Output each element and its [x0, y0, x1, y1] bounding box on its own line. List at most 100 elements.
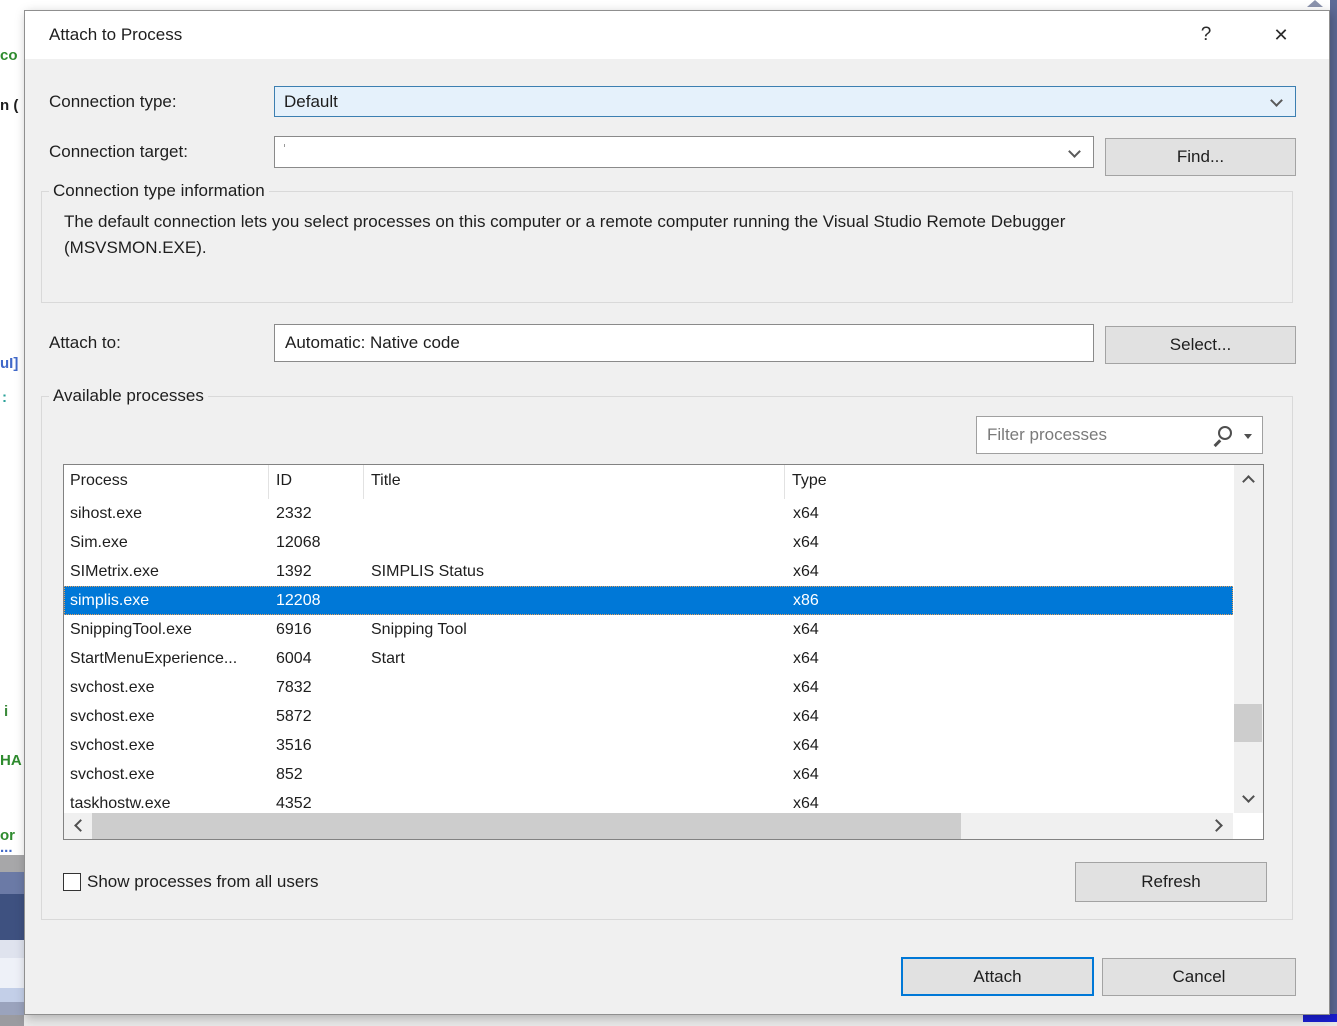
background-color-band — [0, 940, 24, 958]
background-text-fragment: co — [0, 47, 18, 64]
cell-type: x64 — [785, 499, 1226, 528]
cell-process: svchost.exe — [64, 731, 269, 760]
process-row[interactable]: SnippingTool.exe6916Snipping Toolx64 — [64, 615, 1233, 644]
filter-processes-box — [976, 416, 1263, 454]
background-color-band — [0, 988, 24, 1002]
cell-title — [364, 499, 785, 528]
cell-title — [364, 673, 785, 702]
attach-to-field[interactable] — [274, 324, 1094, 362]
cell-process: svchost.exe — [64, 673, 269, 702]
process-row[interactable]: svchost.exe7832x64 — [64, 673, 1233, 702]
close-icon[interactable]: ✕ — [1259, 11, 1303, 59]
column-header-id[interactable]: ID — [269, 465, 364, 499]
column-header-title[interactable]: Title — [364, 465, 785, 499]
background-bottom-left-corner — [0, 1015, 24, 1026]
show-all-users-label: Show processes from all users — [87, 873, 318, 891]
background-text-fragment: n ( — [0, 97, 18, 114]
cell-id: 1392 — [269, 557, 364, 586]
chevron-down-icon — [1068, 145, 1081, 158]
background-scroll-up-icon — [1307, 0, 1323, 7]
background-text-fragment: ... — [0, 839, 13, 856]
chevron-down-icon — [1270, 94, 1283, 107]
process-table-header[interactable]: ProcessIDTitleType — [64, 465, 1233, 499]
horizontal-scrollbar[interactable] — [64, 813, 1233, 839]
process-table-body: sihost.exe2332x64Sim.exe12068x64SIMetrix… — [64, 499, 1233, 814]
process-row[interactable]: SIMetrix.exe1392SIMPLIS Statusx64 — [64, 557, 1233, 586]
dialog-title: Attach to Process — [49, 11, 182, 59]
cell-process: svchost.exe — [64, 702, 269, 731]
cell-type: x64 — [785, 673, 1226, 702]
scroll-up-icon[interactable] — [1242, 475, 1255, 488]
background-text-fragment: HA — [0, 752, 22, 769]
process-row[interactable]: Sim.exe12068x64 — [64, 528, 1233, 557]
process-row[interactable]: svchost.exe5872x64 — [64, 702, 1233, 731]
scroll-right-icon[interactable] — [1210, 819, 1223, 832]
cell-title — [364, 760, 785, 789]
cell-type: x64 — [785, 557, 1226, 586]
cell-type: x64 — [785, 760, 1226, 789]
connection-target-combobox[interactable] — [274, 136, 1094, 168]
find-button[interactable]: Find... — [1105, 138, 1296, 176]
background-window-left-edge: con (uI]:iHAor... — [0, 0, 24, 1026]
cell-process: SIMetrix.exe — [64, 557, 269, 586]
background-color-band — [0, 958, 24, 988]
process-row[interactable]: svchost.exe3516x64 — [64, 731, 1233, 760]
cell-type: x64 — [785, 789, 1226, 814]
cell-id: 6004 — [269, 644, 364, 673]
available-processes-title: Available processes — [49, 386, 208, 406]
background-color-band — [0, 855, 24, 872]
dialog-titlebar[interactable]: Attach to Process ? ✕ — [25, 11, 1329, 59]
filter-processes-input[interactable] — [977, 417, 1207, 453]
column-header-type[interactable]: Type — [785, 465, 1233, 499]
cell-title — [364, 586, 785, 615]
column-header-process[interactable]: Process — [64, 465, 269, 499]
background-text-fragment: uI] — [0, 355, 18, 372]
help-icon[interactable]: ? — [1184, 11, 1228, 59]
cell-title: Snipping Tool — [364, 615, 785, 644]
text-caret — [284, 144, 285, 147]
scroll-left-icon[interactable] — [74, 819, 87, 832]
refresh-button[interactable]: Refresh — [1075, 862, 1267, 902]
cell-id: 12208 — [269, 586, 364, 615]
cell-process: simplis.exe — [64, 586, 269, 615]
process-row[interactable]: svchost.exe852 x64 — [64, 760, 1233, 789]
cell-type: x64 — [785, 615, 1226, 644]
vertical-scrollbar[interactable] — [1234, 465, 1263, 813]
cell-id: 6916 — [269, 615, 364, 644]
connection-type-information-group: Connection type information The default … — [41, 191, 1293, 303]
cancel-button[interactable]: Cancel — [1102, 958, 1296, 996]
cell-process: sihost.exe — [64, 499, 269, 528]
screen: con (uI]:iHAor... Attach to Process ? ✕ … — [0, 0, 1337, 1026]
process-row[interactable]: StartMenuExperience...6004Startx64 — [64, 644, 1233, 673]
search-icon[interactable] — [1218, 426, 1232, 440]
process-row[interactable]: simplis.exe12208x86 — [64, 586, 1233, 615]
search-options-dropdown-icon[interactable] — [1244, 434, 1252, 439]
attach-button[interactable]: Attach — [901, 957, 1094, 996]
cell-title: SIMPLIS Status — [364, 557, 785, 586]
attach-to-process-dialog: Attach to Process ? ✕ Connection type: D… — [24, 10, 1330, 1015]
cell-title: Start — [364, 644, 785, 673]
process-list: ProcessIDTitleType sihost.exe2332x64Sim.… — [63, 464, 1264, 840]
connection-type-combobox[interactable]: Default — [274, 86, 1296, 117]
connection-type-label: Connection type: — [49, 86, 177, 117]
connection-target-label: Connection target: — [49, 136, 188, 168]
attach-to-label: Attach to: — [49, 324, 121, 362]
process-row[interactable]: taskhostw.exe4352x64 — [64, 789, 1233, 814]
background-text-fragment: i — [4, 703, 8, 720]
process-row[interactable]: sihost.exe2332x64 — [64, 499, 1233, 528]
connection-type-value: Default — [284, 87, 338, 116]
horizontal-scrollbar-thumb[interactable] — [92, 813, 961, 839]
vertical-scrollbar-thumb[interactable] — [1234, 704, 1262, 742]
select-button[interactable]: Select... — [1105, 326, 1296, 364]
cell-process: svchost.exe — [64, 760, 269, 789]
show-all-users-checkbox[interactable] — [63, 873, 81, 891]
connection-type-information-title: Connection type information — [49, 181, 269, 201]
cell-type: x64 — [785, 528, 1226, 557]
background-window-right-edge — [1330, 0, 1337, 1026]
cell-title — [364, 789, 785, 814]
scroll-down-icon[interactable] — [1242, 790, 1255, 803]
cell-process: taskhostw.exe — [64, 789, 269, 814]
cell-process: SnippingTool.exe — [64, 615, 269, 644]
cell-id: 852 — [269, 760, 364, 789]
cell-id: 12068 — [269, 528, 364, 557]
